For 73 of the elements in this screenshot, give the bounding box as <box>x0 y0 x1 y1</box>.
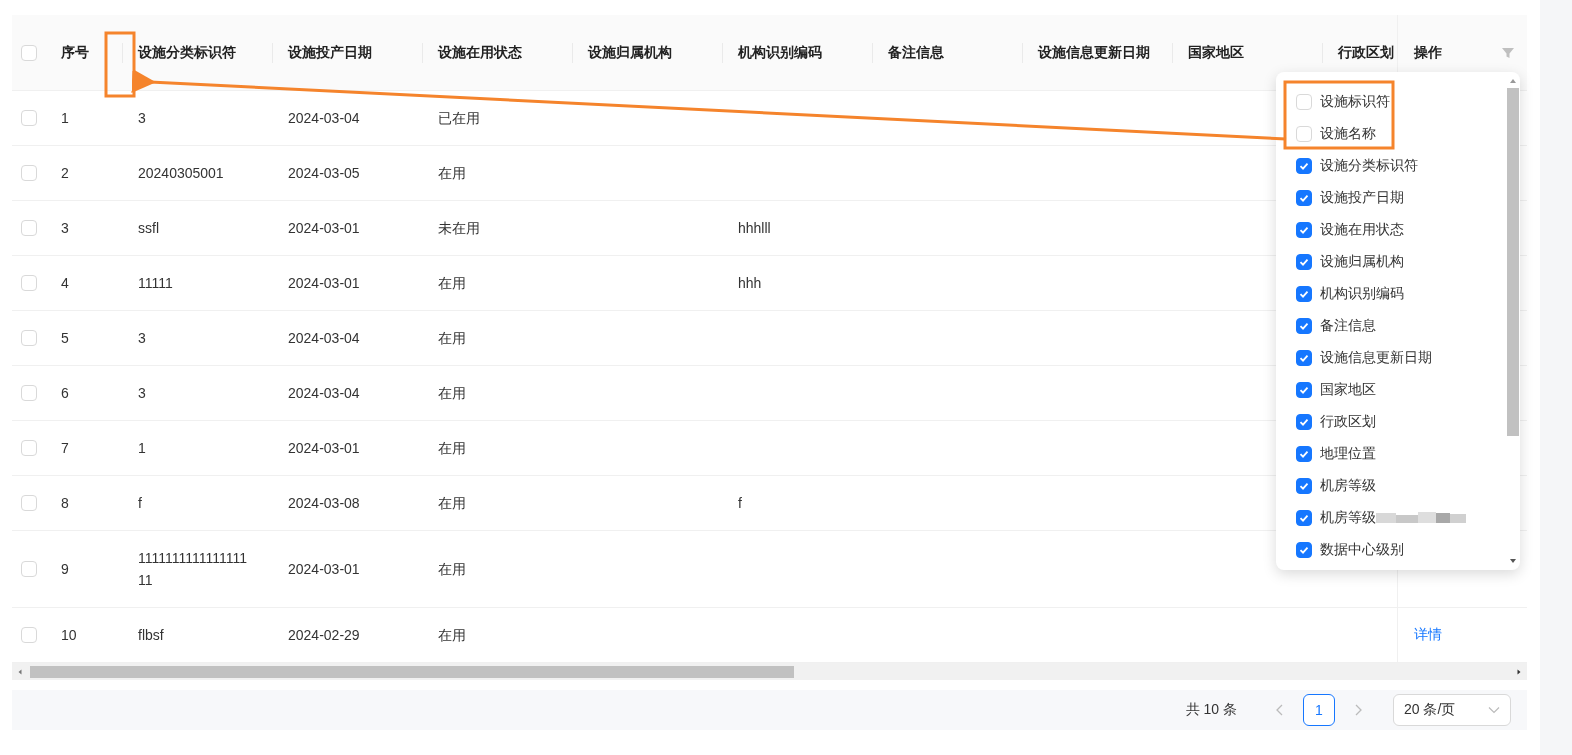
column-header: 行政区划 <box>1338 43 1394 62</box>
details-link[interactable]: 详情 <box>1414 626 1442 644</box>
column-option[interactable]: 机构识别编码 <box>1296 278 1506 310</box>
column-header: 国家地区 <box>1188 43 1244 62</box>
table-cell-text: 在用 <box>438 329 466 348</box>
column-option[interactable]: 设施在用状态 <box>1296 214 1506 246</box>
column-option[interactable]: 设施归属机构 <box>1296 246 1506 278</box>
table-cell-text: 在用 <box>438 164 466 183</box>
table-cell-text: 在用 <box>438 274 466 293</box>
column-option[interactable]: 地理位置 <box>1296 438 1506 470</box>
table-cell-text: 在用 <box>438 626 466 645</box>
column-header: 设施投产日期 <box>288 43 372 62</box>
column-option[interactable]: 机房等级 <box>1296 502 1506 534</box>
table-cell: 8 <box>61 495 69 511</box>
table-cell: 1 <box>61 110 69 126</box>
table-cell-text: 2024-03-08 <box>288 494 360 513</box>
table-cell-text: 未在用 <box>438 219 480 238</box>
table-cell: 4 <box>61 275 69 291</box>
table-cell-text: 2024-03-04 <box>288 329 360 348</box>
column-option[interactable]: 国家地区 <box>1296 374 1506 406</box>
table-cell-text: 在用 <box>438 494 466 513</box>
table-cell: 6 <box>61 385 69 401</box>
total-count: 共 10 条 <box>1185 701 1237 719</box>
table-cell: 2 <box>61 165 69 181</box>
table-cell-text: 2024-02-29 <box>288 626 360 645</box>
table-cell-text: 111111111111111111 <box>138 549 248 590</box>
column-header: 备注信息 <box>888 43 944 62</box>
table-cell-text: 在用 <box>438 384 466 403</box>
table-cell-text: 1 <box>138 439 146 458</box>
table-cell-text: ssfl <box>138 219 159 238</box>
table-cell-text: 2024-03-04 <box>288 384 360 403</box>
column-option[interactable]: 设施分类标识符 <box>1296 150 1506 182</box>
column-option[interactable]: 设施投产日期 <box>1296 182 1506 214</box>
table-cell-text: 在用 <box>438 560 466 579</box>
column-option[interactable]: 机房等级 <box>1296 470 1506 502</box>
table-cell: 10 <box>61 627 77 643</box>
table-cell-text: 3 <box>138 384 146 403</box>
table-cell-text: 2024-03-01 <box>288 439 360 458</box>
column-header: 设施在用状态 <box>438 43 522 62</box>
column-header: 设施分类标识符 <box>138 43 236 62</box>
table-cell-text: 在用 <box>438 439 466 458</box>
column-option[interactable]: 行政区划 <box>1296 406 1506 438</box>
column-header: 设施信息更新日期 <box>1038 43 1150 62</box>
column-header: 机构识别编码 <box>738 43 822 62</box>
table-cell-text: 2024-03-05 <box>288 164 360 183</box>
table-cell-text: 2024-03-01 <box>288 274 360 293</box>
table-cell-text: 已在用 <box>438 109 480 128</box>
table-cell-text: 3 <box>138 329 146 348</box>
table-cell-text: 20240305001 <box>138 164 224 183</box>
table-cell: 9 <box>61 561 69 577</box>
table-cell: 3 <box>61 220 69 236</box>
table-cell-text: 11111 <box>138 274 173 293</box>
table-cell-text: f <box>738 494 742 513</box>
page-button[interactable]: 1 <box>1303 694 1335 726</box>
table-cell: 5 <box>61 330 69 346</box>
table-cell-text: hhhlll <box>738 219 771 238</box>
column-option[interactable]: 数据中心级别 <box>1296 534 1506 566</box>
table-cell-text: 2024-03-01 <box>288 560 360 579</box>
table-cell-text: hhh <box>738 274 762 293</box>
table-cell-text: 2024-03-01 <box>288 219 360 238</box>
column-option[interactable]: 设施信息更新日期 <box>1296 342 1506 374</box>
table-cell-text: 3 <box>138 109 146 128</box>
column-header: 设施归属机构 <box>588 43 672 62</box>
column-header: 操作 <box>1414 43 1442 62</box>
column-option[interactable]: 设施标识符 <box>1296 86 1506 118</box>
page-size-select[interactable]: 20 条/页 <box>1393 694 1511 726</box>
table-cell-text: flbsf <box>138 626 164 645</box>
column-header: 序号 <box>61 43 89 62</box>
column-option[interactable]: 备注信息 <box>1296 310 1506 342</box>
table-cell-text: 2024-03-04 <box>288 109 360 128</box>
table-cell: 7 <box>61 440 69 456</box>
table-cell-text: f <box>138 494 142 513</box>
column-option[interactable]: 设施名称 <box>1296 118 1506 150</box>
